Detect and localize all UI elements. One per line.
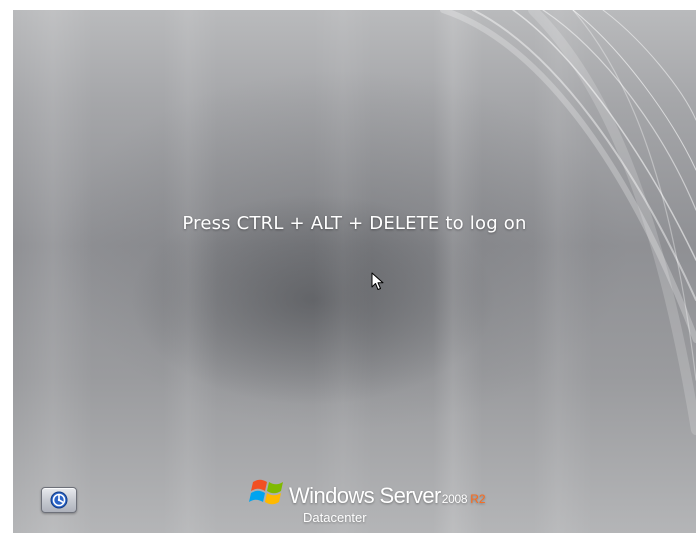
ease-of-access-icon — [50, 491, 68, 509]
logon-screen: Press CTRL + ALT + DELETE to log on Wind… — [13, 10, 696, 533]
windows-flag-icon — [249, 479, 283, 505]
ease-of-access-button[interactable] — [41, 487, 77, 513]
mouse-pointer-icon — [371, 272, 384, 290]
product-version: 2008 — [441, 492, 468, 506]
product-release: R2 — [470, 492, 486, 506]
product-name: Windows Server2008 R2 — [289, 483, 486, 509]
product-branding: Windows Server2008 R2 Datacenter — [249, 474, 509, 530]
background-swoosh — [440, 10, 696, 435]
logon-prompt: Press CTRL + ALT + DELETE to log on — [182, 213, 527, 234]
product-edition: Datacenter — [303, 510, 367, 525]
product-title: Windows Server — [289, 483, 441, 508]
